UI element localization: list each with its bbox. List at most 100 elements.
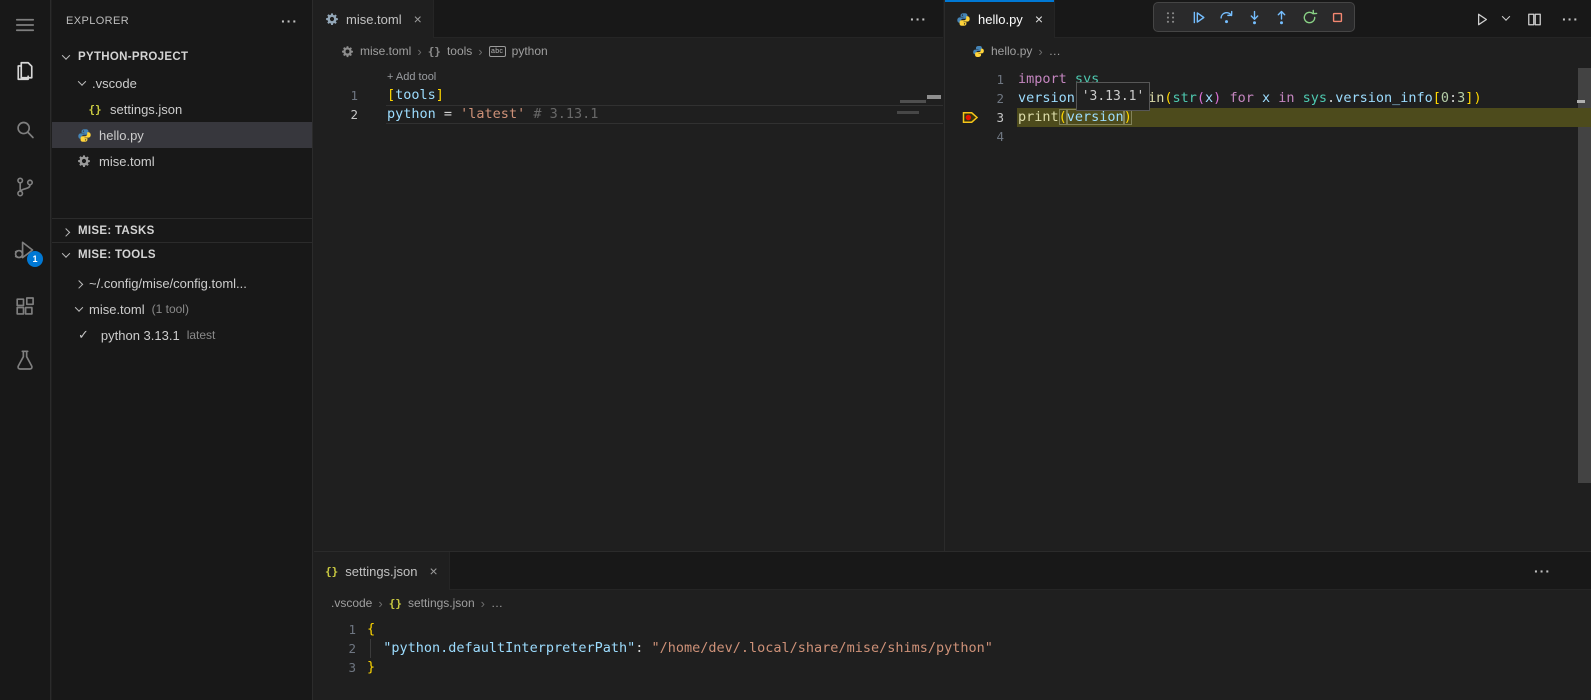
more-actions-icon[interactable]: ··· (1562, 12, 1579, 26)
chevron-right-icon (61, 227, 71, 237)
chevron-down-icon (74, 303, 84, 312)
tree-item-hello-py[interactable]: hello.py (52, 122, 312, 148)
object-symbol-icon: {} (427, 44, 441, 58)
debug-value-hover: '3.13.1' (1076, 82, 1150, 111)
editor-actions-hello: ··· (1473, 0, 1579, 38)
source-control-icon[interactable] (13, 175, 37, 199)
run-dropdown-icon[interactable] (1501, 11, 1511, 21)
more-actions-icon[interactable]: ··· (1534, 564, 1551, 578)
code-line[interactable]: 4 (945, 127, 1591, 146)
run-python-button[interactable] (1473, 11, 1490, 28)
debug-stop-icon[interactable] (1326, 6, 1348, 28)
minimap-line-mark (897, 111, 919, 114)
tab-settings-json[interactable]: {} settings.json × (314, 552, 450, 590)
breakpoint-current-line-icon[interactable] (962, 110, 981, 125)
breadcrumb-separator: › (478, 43, 483, 59)
tree-root-python-project[interactable]: PYTHON-PROJECT (52, 44, 312, 70)
explorer-header: EXPLORER ··· (52, 0, 312, 42)
code-hello[interactable]: 1 import sys 2 version = '.'.join(str(x)… (945, 64, 1591, 146)
breadcrumb-file[interactable]: settings.json (408, 596, 475, 610)
search-icon[interactable] (13, 118, 37, 142)
breadcrumb-separator: › (378, 595, 383, 611)
minimap-line-mark (900, 100, 926, 103)
chevron-down-icon (61, 51, 71, 60)
breadcrumb-file[interactable]: hello.py (991, 44, 1032, 58)
chevron-down-icon (61, 248, 71, 258)
split-editor-icon[interactable] (1526, 11, 1543, 28)
code-settings[interactable]: 1 { 2 "python.defaultInterpreterPath": "… (314, 616, 1591, 677)
editor-actions-settings: ··· (1534, 552, 1551, 590)
tree-item-python-tool[interactable]: ✓ python 3.13.1 latest (52, 322, 312, 348)
code-line[interactable]: 2 "python.defaultInterpreterPath": "/hom… (314, 639, 1591, 658)
debug-step-into-icon[interactable] (1243, 6, 1265, 28)
chevron-down-icon (77, 77, 87, 86)
breadcrumb-more[interactable]: … (1049, 44, 1061, 58)
breadcrumb-hello[interactable]: hello.py › … (945, 38, 1591, 64)
code-line[interactable]: 2 python = 'latest' # 3.13.1 (314, 105, 943, 124)
breadcrumb-folder[interactable]: .vscode (331, 596, 372, 610)
activity-bar: 1 (0, 0, 51, 700)
sidebar-explorer: EXPLORER ··· PYTHON-PROJECT .vscode {} s… (52, 0, 313, 700)
tab-label: hello.py (978, 11, 1023, 27)
debug-toolbar (1153, 2, 1355, 32)
breadcrumb-separator: › (1038, 43, 1043, 59)
tab-hello-py[interactable]: hello.py × (945, 0, 1055, 38)
code-mise[interactable]: + Add tool 1 [tools] 2 python = 'latest'… (314, 64, 943, 124)
breadcrumb-section[interactable]: tools (447, 44, 472, 58)
editor-group-hello: hello.py × ··· hello.py › … 1 import sys… (944, 0, 1591, 551)
python-icon (76, 127, 92, 143)
extensions-icon[interactable] (13, 295, 37, 319)
overview-ruler-mark (1577, 100, 1585, 103)
debug-step-out-icon[interactable] (1271, 6, 1293, 28)
debug-restart-icon[interactable] (1299, 6, 1321, 28)
tree-item-global-config[interactable]: ~/.config/mise/config.toml... (52, 270, 312, 296)
code-line[interactable]: 1 import sys (945, 70, 1591, 89)
debug-badge: 1 (27, 251, 43, 267)
close-icon[interactable]: × (430, 563, 438, 579)
close-icon[interactable]: × (1035, 11, 1043, 27)
code-line[interactable]: 1 [tools] (314, 86, 943, 105)
section-mise-tools[interactable]: MISE: TOOLS (52, 243, 312, 266)
menu-icon[interactable] (13, 13, 37, 37)
code-line[interactable]: 3 } (314, 658, 1591, 677)
gripper-icon[interactable] (1160, 6, 1182, 28)
breadcrumb-more[interactable]: … (491, 596, 503, 610)
minimap-slider-mark[interactable] (927, 95, 941, 99)
check-icon: ✓ (78, 327, 89, 342)
testing-icon[interactable] (13, 348, 37, 372)
tab-label: settings.json (345, 563, 418, 579)
python-icon (957, 12, 970, 26)
tab-mise-toml[interactable]: mise.toml × (314, 0, 434, 38)
codelens-add-tool[interactable]: + Add tool (314, 68, 943, 86)
run-and-debug-icon[interactable]: 1 (13, 238, 43, 267)
breadcrumb-separator: › (417, 43, 422, 59)
breadcrumb-file[interactable]: mise.toml (360, 44, 411, 58)
code-line[interactable]: 2 version = '.'.join(str(x) for x in sys… (945, 89, 1591, 108)
code-line[interactable]: 1 { (314, 620, 1591, 639)
breadcrumb-settings[interactable]: .vscode › {} settings.json › … (314, 590, 1591, 616)
breadcrumb-symbol[interactable]: python (512, 44, 548, 58)
gear-icon (76, 153, 92, 169)
tree-item-mise-toml-tools[interactable]: mise.toml (1 tool) (52, 296, 312, 322)
editor-group-mise: mise.toml × ··· mise.toml › {} tools › a… (314, 0, 943, 551)
debug-step-over-icon[interactable] (1215, 6, 1237, 28)
indent-guide (370, 639, 371, 658)
close-icon[interactable]: × (414, 11, 422, 27)
tree-item-settings-json[interactable]: {} settings.json (52, 96, 312, 122)
json-icon: {} (325, 564, 339, 578)
code-line-current-execution[interactable]: 3 print(version) (945, 108, 1591, 127)
gear-icon (342, 45, 353, 57)
tree-item-mise-toml[interactable]: mise.toml (52, 148, 312, 174)
explorer-icon[interactable] (13, 59, 37, 83)
more-actions-icon[interactable]: ··· (910, 12, 927, 26)
breadcrumb-mise[interactable]: mise.toml › {} tools › abc python (314, 38, 943, 64)
section-mise-tasks[interactable]: MISE: TASKS (52, 219, 312, 242)
explorer-title: EXPLORER (66, 15, 130, 27)
string-symbol-icon: abc (488, 45, 506, 57)
python-icon (973, 45, 984, 57)
editor-actions-mise: ··· (910, 0, 927, 38)
tree-item-vscode-folder[interactable]: .vscode (52, 70, 312, 96)
explorer-more-icon[interactable]: ··· (281, 14, 298, 28)
editor-group-settings: {} settings.json × ··· .vscode › {} sett… (314, 551, 1591, 700)
debug-continue-icon[interactable] (1188, 6, 1210, 28)
